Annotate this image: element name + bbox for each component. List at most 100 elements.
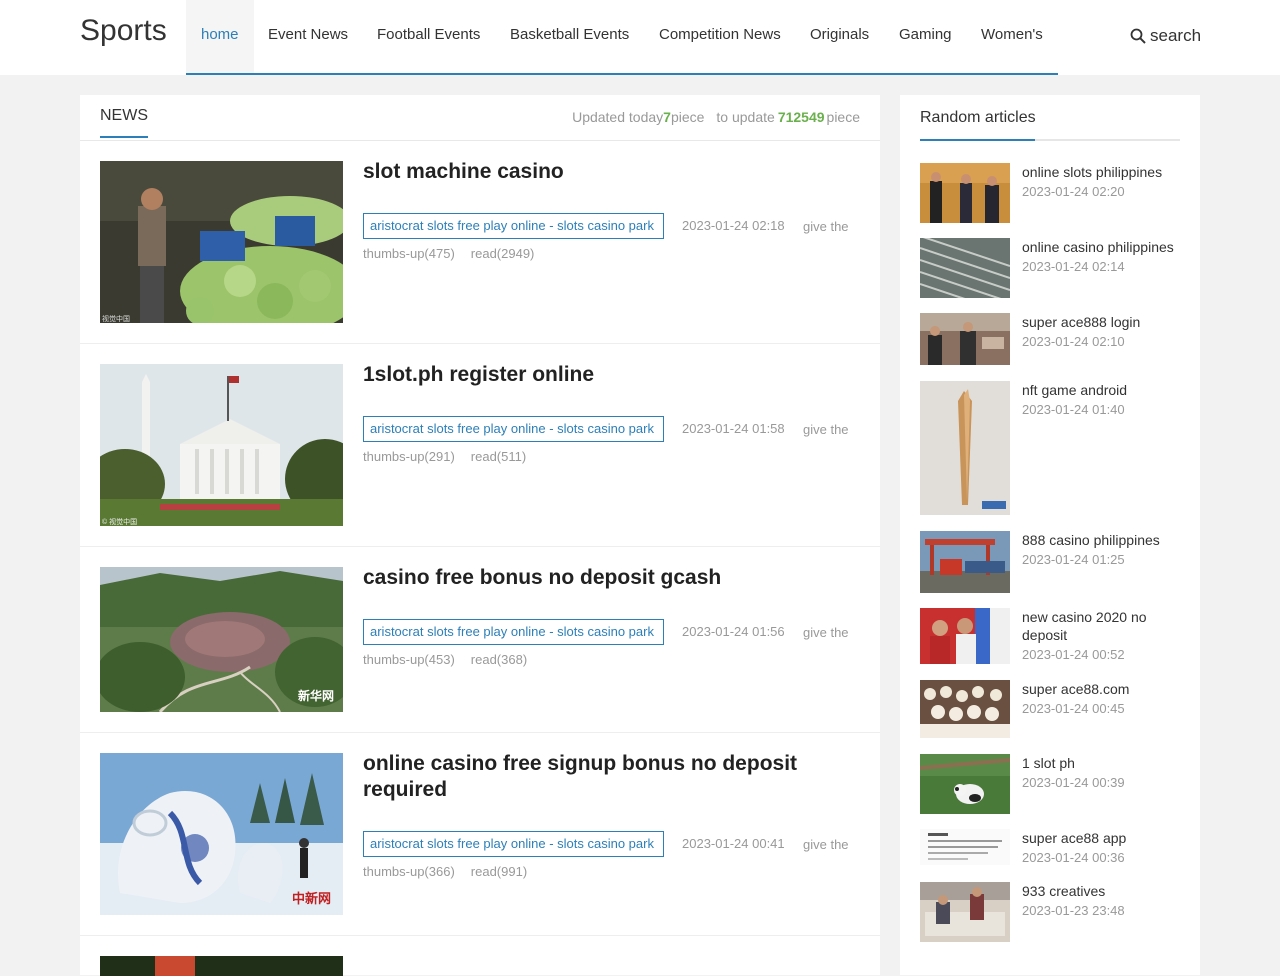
nav-originals[interactable]: Originals	[795, 0, 884, 73]
updated-today-count: 7	[663, 109, 671, 125]
search-label: search	[1150, 26, 1202, 45]
read-count: read(511)	[470, 449, 527, 464]
random-article-title[interactable]: new casino 2020 no deposit	[1022, 608, 1180, 644]
random-article-image	[920, 829, 1010, 865]
thumbs-up-label: give the	[803, 837, 849, 852]
search-button[interactable]: search	[1130, 24, 1201, 48]
news-thumbnail[interactable]: © 视觉中国	[100, 364, 343, 526]
watermark: 新华网	[298, 688, 334, 703]
random-article-title[interactable]: super ace88 app	[1022, 829, 1180, 847]
news-item-title[interactable]: 1slot.ph register online	[363, 362, 833, 388]
news-thumbnail-image: 新华网	[100, 567, 343, 712]
main-nav: home Event News Football Events Basketba…	[186, 0, 1058, 75]
random-article-thumbnail[interactable]	[920, 608, 1010, 664]
random-article-image	[920, 313, 1010, 365]
thumbs-up-count[interactable]: thumbs-up(291)	[363, 449, 455, 464]
nav-home[interactable]: home	[186, 0, 254, 73]
news-item-date: 2023-01-24 02:18	[682, 218, 785, 233]
random-article-thumbnail[interactable]	[920, 163, 1010, 223]
random-article-date: 2023-01-23 23:48	[1022, 903, 1125, 918]
total-update-count: 712549	[777, 109, 825, 125]
random-article-image	[920, 531, 1010, 593]
news-thumbnail[interactable]: 中新网	[100, 753, 343, 915]
news-thumbnail-image: 中新网	[100, 753, 343, 915]
news-item-title[interactable]: casino free bonus no deposit gcash	[363, 565, 833, 591]
nav-event-news[interactable]: Event News	[253, 0, 363, 73]
nav-competition-news[interactable]: Competition News	[644, 0, 796, 73]
news-panel: NEWS Updated today7piece to update 712549 p…	[80, 95, 880, 976]
news-item-tag[interactable]: aristocrat slots free play online - slot…	[363, 213, 664, 239]
news-item	[80, 936, 880, 976]
update-stats: Updated today7piece to update 712549 piece	[572, 109, 860, 125]
news-item-tag[interactable]: aristocrat slots free play online - slot…	[363, 619, 664, 645]
random-article-title[interactable]: nft game android	[1022, 381, 1180, 399]
updated-today-unit: piece	[670, 109, 705, 125]
updated-today-label: Updated today	[572, 109, 664, 125]
random-article-title[interactable]: 1 slot ph	[1022, 754, 1180, 772]
random-article-date: 2023-01-24 02:20	[1022, 184, 1125, 199]
total-update-unit: piece	[826, 109, 860, 125]
random-article-image	[920, 381, 1010, 515]
nav-football-events[interactable]: Football Events	[362, 0, 495, 73]
thumbs-up-label: give the	[803, 422, 849, 437]
news-item-meta: thumbs-up(291) read(511)	[363, 449, 526, 464]
random-article-thumbnail[interactable]	[920, 680, 1010, 738]
random-article-date: 2023-01-24 00:36	[1022, 850, 1125, 865]
random-article-title[interactable]: super ace88.com	[1022, 680, 1180, 698]
news-item: 新华网 casino free bonus no deposit gcash a…	[80, 547, 880, 733]
random-article-title[interactable]: online slots philippines	[1022, 163, 1180, 181]
site-header: Sports home Event News Football Events B…	[0, 0, 1280, 75]
random-article-date: 2023-01-24 02:14	[1022, 259, 1125, 274]
random-article-thumbnail[interactable]	[920, 238, 1010, 298]
nav-womens[interactable]: Women's	[966, 0, 1058, 73]
news-thumbnail-image: 视觉中国	[100, 161, 343, 323]
random-article-thumbnail[interactable]	[920, 531, 1010, 593]
random-article-image	[920, 238, 1010, 298]
watermark: 视觉中国	[102, 314, 130, 323]
random-article-image	[920, 163, 1010, 223]
nav-basketball-events[interactable]: Basketball Events	[495, 0, 644, 73]
news-item-meta: thumbs-up(453) read(368)	[363, 652, 527, 667]
news-title: NEWS	[100, 107, 148, 138]
thumbs-up-label: give the	[803, 625, 849, 640]
total-update-label: to update	[716, 109, 775, 125]
random-article-image	[920, 680, 1010, 738]
read-count: read(991)	[470, 864, 528, 879]
thumbs-up-label: give the	[803, 219, 849, 234]
read-count: read(368)	[470, 652, 528, 667]
random-articles-panel: Random articles online slots philippines…	[900, 95, 1200, 975]
random-article-thumbnail[interactable]	[920, 829, 1010, 865]
news-thumbnail[interactable]	[100, 956, 343, 976]
random-article-thumbnail[interactable]	[920, 313, 1010, 365]
news-item: 视觉中国 slot machine casino aristocrat slot…	[80, 141, 880, 344]
news-thumbnail[interactable]: 视觉中国	[100, 161, 343, 323]
site-logo[interactable]: Sports	[80, 14, 167, 48]
news-thumbnail[interactable]: 新华网	[100, 567, 343, 712]
thumbs-up-count[interactable]: thumbs-up(453)	[363, 652, 455, 667]
random-article-date: 2023-01-24 01:40	[1022, 402, 1125, 417]
random-article-title[interactable]: 933 creatives	[1022, 882, 1180, 900]
random-article-image	[920, 882, 1010, 942]
random-article-title[interactable]: online casino philippines	[1022, 238, 1180, 256]
random-article-thumbnail[interactable]	[920, 381, 1010, 515]
random-article-date: 2023-01-24 00:45	[1022, 701, 1125, 716]
thumbs-up-count[interactable]: thumbs-up(366)	[363, 864, 455, 879]
nav-gaming[interactable]: Gaming	[884, 0, 967, 73]
news-item-title[interactable]: slot machine casino	[363, 159, 833, 185]
news-item-tag[interactable]: aristocrat slots free play online - slot…	[363, 416, 664, 442]
random-article-image	[920, 754, 1010, 814]
random-article-title[interactable]: super ace888 login	[1022, 313, 1180, 331]
news-item-date: 2023-01-24 01:58	[682, 421, 785, 436]
random-article-thumbnail[interactable]	[920, 754, 1010, 814]
news-item-tag[interactable]: aristocrat slots free play online - slot…	[363, 831, 664, 857]
news-item-date: 2023-01-24 00:41	[682, 836, 785, 851]
random-article-thumbnail[interactable]	[920, 882, 1010, 942]
random-article-date: 2023-01-24 01:25	[1022, 552, 1125, 567]
random-article-title[interactable]: 888 casino philippines	[1022, 531, 1180, 549]
random-article-image	[920, 608, 1010, 664]
news-thumbnail-image	[100, 956, 343, 976]
news-thumbnail-image: © 视觉中国	[100, 364, 343, 526]
thumbs-up-count[interactable]: thumbs-up(475)	[363, 246, 455, 261]
news-item-title[interactable]: online casino free signup bonus no depos…	[363, 751, 833, 803]
random-article-date: 2023-01-24 00:39	[1022, 775, 1125, 790]
